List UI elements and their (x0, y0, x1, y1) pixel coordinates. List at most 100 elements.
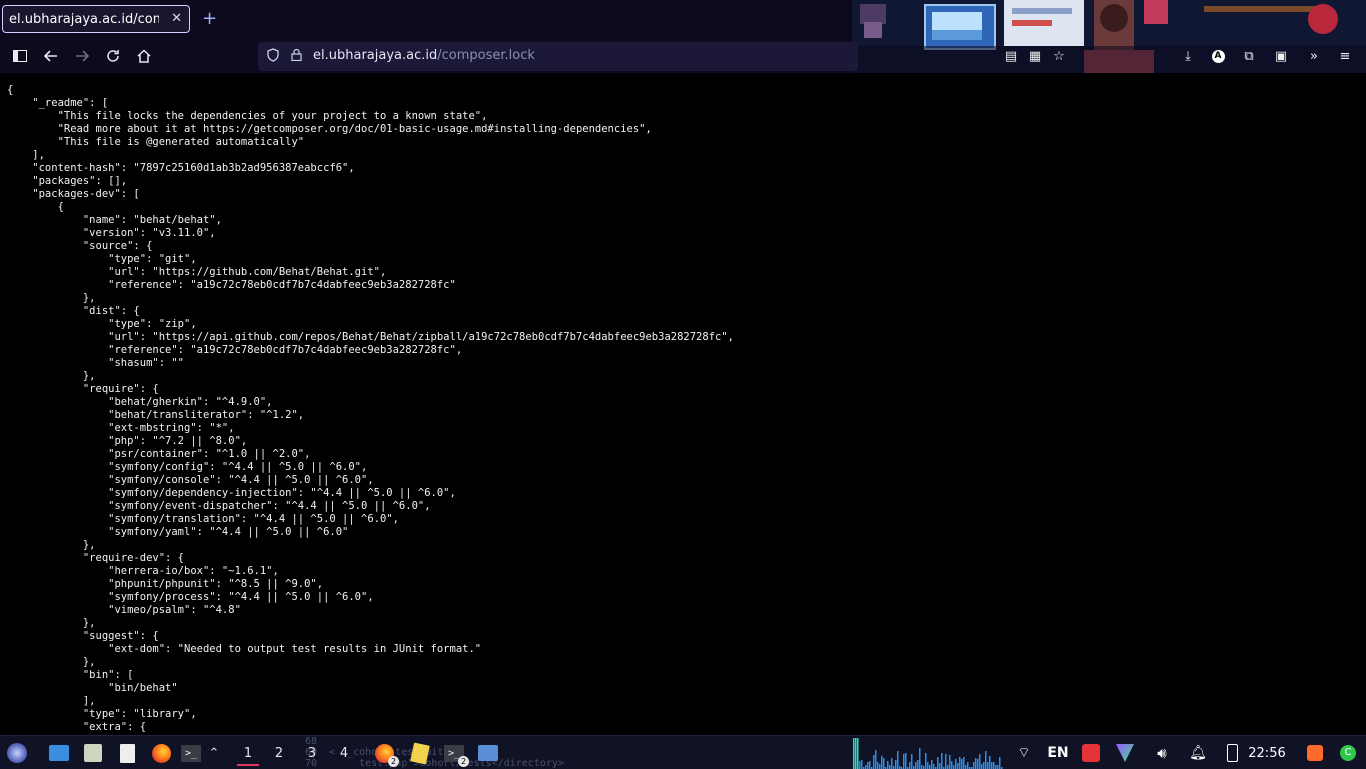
visualizer-bar (857, 738, 859, 769)
reload-button[interactable] (103, 46, 123, 66)
visualizer-bar (937, 757, 939, 769)
visualizer-bar (865, 765, 867, 769)
app-menu-button[interactable]: ≡ (1334, 46, 1356, 66)
firefox-window-count: 2 (388, 756, 399, 767)
terminal-window-button[interactable]: >_ 2 (442, 742, 469, 767)
account-button[interactable]: A (1207, 46, 1229, 66)
visualizer-bar (919, 748, 921, 769)
reader-view-button[interactable]: ▤ (1000, 46, 1022, 66)
firefox-launcher[interactable] (149, 742, 173, 764)
downloads-button[interactable]: ⤓ (1177, 46, 1199, 66)
back-button[interactable] (41, 46, 61, 66)
workspace-1[interactable]: 1 (237, 742, 259, 766)
terminal-launcher[interactable]: >_ (179, 742, 203, 764)
account-avatar-icon: A (1211, 49, 1225, 63)
visualizer-bar (929, 765, 931, 769)
workspace-2[interactable]: 2 (268, 742, 290, 764)
text-editor-launcher[interactable] (115, 742, 139, 764)
visualizer-bar (981, 764, 983, 769)
visualizer-bar (945, 754, 947, 769)
firefox-window-button[interactable]: 2 (372, 742, 399, 767)
home-button[interactable] (134, 46, 154, 66)
files-window-button[interactable] (476, 742, 500, 764)
git-icon (1082, 744, 1100, 762)
visualizer-bar (883, 758, 885, 769)
tracking-protection-shield-icon[interactable] (267, 48, 279, 66)
git-app-button[interactable] (1080, 742, 1102, 764)
qr-code-button[interactable]: ▦ (1024, 46, 1046, 66)
clock-button[interactable]: 22:56 (1246, 742, 1288, 764)
lock-icon[interactable] (291, 48, 302, 65)
file-cabinet-icon (84, 744, 102, 762)
extensions-button[interactable]: ⧉ (1238, 46, 1260, 66)
arrow-right-icon (76, 50, 89, 62)
visualizer-bar (985, 751, 987, 769)
folder-icon (478, 745, 498, 761)
reader-view-icon: ▤ (1004, 48, 1018, 64)
qr-code-icon: ▦ (1028, 48, 1042, 64)
bookmark-star-button[interactable]: ☆ (1048, 46, 1070, 66)
star-icon: ☆ (1053, 48, 1065, 64)
app-store-button[interactable] (1304, 742, 1326, 764)
tab-close-icon[interactable]: ✕ (171, 11, 182, 26)
forward-button[interactable] (72, 46, 92, 66)
visualizer-bar (989, 756, 991, 769)
notifications-button[interactable]: 🔔︎ (1187, 742, 1209, 764)
vpn-shield-icon (1116, 744, 1134, 762)
visualizer-bar (897, 751, 899, 769)
start-menu-button[interactable] (5, 742, 29, 764)
workspace-3[interactable]: 3 (301, 742, 323, 764)
visualizer-bar (905, 753, 907, 769)
grid-icon: ▣ (1274, 48, 1288, 64)
visualizer-bar (855, 738, 857, 769)
launcher-icon (7, 743, 27, 763)
url-path: /composer.lock (437, 48, 535, 63)
containers-button[interactable]: ▣ (1270, 46, 1292, 66)
update-check-icon: C (1340, 745, 1356, 761)
chevron-up-icon: ⌃ (208, 745, 220, 761)
visualizer-bar (873, 755, 875, 769)
visualizer-bar (975, 758, 977, 769)
visualizer-bar (941, 753, 943, 769)
updates-button[interactable]: C (1337, 742, 1359, 764)
speaker-icon: 🔊︎ (1157, 744, 1167, 762)
sidebar-toggle-button[interactable] (10, 46, 30, 66)
audio-visualizer (853, 738, 1003, 769)
notes-window-button[interactable] (408, 742, 432, 764)
taskbar: 68 69 < _cohort_testsuite"> 70 test.php"… (0, 735, 1366, 769)
visualizer-bar (881, 756, 883, 769)
workspace-4[interactable]: 4 (333, 742, 355, 764)
desktop-button[interactable] (47, 742, 71, 764)
new-tab-button[interactable]: + (202, 8, 217, 29)
page-content: { "_readme": [ "This file locks the depe… (0, 73, 1366, 735)
overflow-menu-button[interactable]: » (1303, 46, 1325, 66)
visualizer-bar (875, 750, 877, 769)
url-host: el.ubharajaya.ac.id (313, 48, 438, 63)
volume-button[interactable]: 🔊︎ (1151, 742, 1173, 764)
visualizer-bar (997, 765, 999, 769)
shopping-bag-icon (1307, 745, 1323, 761)
battery-status-button[interactable] (1221, 742, 1243, 764)
visualizer-bar (933, 764, 935, 769)
tray-expand-button[interactable]: ⌃ (205, 742, 223, 764)
address-bar[interactable]: el.ubharajaya.ac.id/composer.lock (258, 42, 858, 71)
vpn-status-button[interactable] (1114, 742, 1136, 764)
bell-icon: 🔔︎ (1189, 745, 1207, 761)
hamburger-menu-icon: ≡ (1339, 48, 1351, 64)
visualizer-bar (853, 738, 855, 769)
visualizer-bar (891, 758, 893, 769)
keyboard-layout-label: EN (1047, 745, 1069, 761)
visualizer-bar (903, 754, 905, 769)
visualizer-bar (921, 765, 923, 769)
keyboard-layout-button[interactable]: EN (1045, 742, 1071, 764)
wifi-status-button[interactable]: ⌔ (1013, 742, 1035, 764)
home-icon (137, 49, 151, 63)
file-manager-launcher[interactable] (81, 742, 105, 764)
visualizer-bar (995, 765, 997, 769)
url-text[interactable]: el.ubharajaya.ac.id/composer.lock (313, 48, 535, 63)
desktop-icon (49, 745, 69, 761)
visualizer-bar (999, 757, 1001, 769)
chevron-double-right-icon: » (1310, 48, 1318, 64)
browser-tab[interactable]: el.ubharajaya.ac.id/composer.lock ✕ (2, 5, 190, 33)
visualizer-bar (957, 763, 959, 769)
